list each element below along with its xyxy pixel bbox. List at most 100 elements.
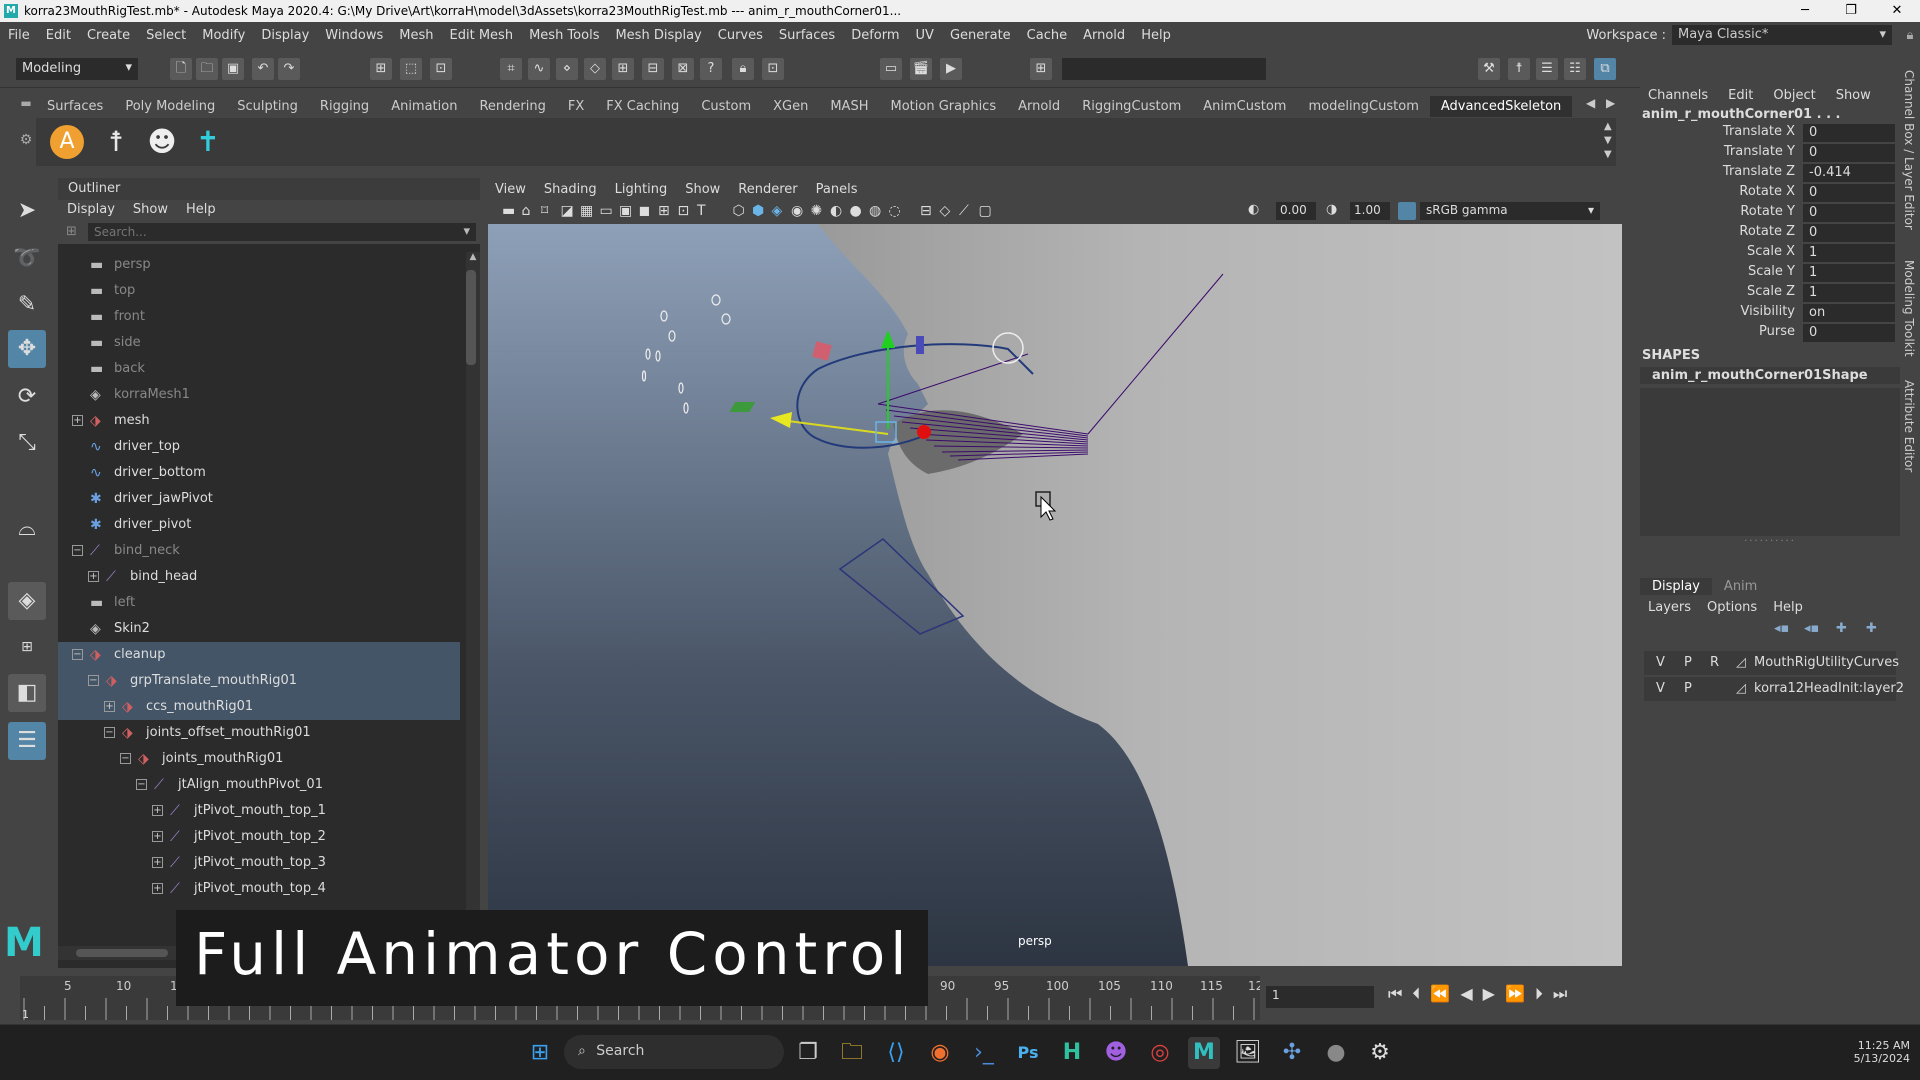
steam-icon[interactable]: ⚙: [1364, 1037, 1396, 1069]
shelf-tab-modelingcustom[interactable]: modelingCustom: [1297, 99, 1429, 114]
layer-row[interactable]: V P R ◿ MouthRigUtilityCurves: [1644, 651, 1899, 675]
layer-color-icon[interactable]: ◿: [1736, 677, 1746, 701]
modeling-toolkit-icon[interactable]: ⚒: [1478, 58, 1500, 80]
shelf-tab-sculpting[interactable]: Sculpting: [226, 99, 309, 114]
xray-joints-icon[interactable]: ⟋: [959, 203, 969, 219]
shelf-scroll-arrows[interactable]: ▲ ▼ ▼: [1604, 120, 1612, 162]
exposure-icon[interactable]: ◐: [1248, 202, 1259, 217]
step-forward-frame-icon[interactable]: ⏩: [1505, 984, 1525, 1004]
expand-icon[interactable]: +: [152, 805, 163, 816]
shelf-tab-mash[interactable]: MASH: [819, 99, 879, 114]
grid-icon[interactable]: ▦: [580, 203, 593, 219]
channel-value[interactable]: 0: [1803, 184, 1895, 202]
smooth-shade-icon[interactable]: ⬢: [752, 203, 764, 219]
menu-create[interactable]: Create: [79, 28, 138, 43]
outliner-item[interactable]: ✱ driver_pivot: [58, 512, 460, 538]
bookmark-icon[interactable]: ⌑: [541, 203, 548, 219]
shelf-tab-riggingcustom[interactable]: RiggingCustom: [1071, 99, 1192, 114]
shelf-tab-surfaces[interactable]: Surfaces: [36, 99, 114, 114]
menu-display[interactable]: Display: [253, 28, 317, 43]
aa-icon[interactable]: ◌: [889, 203, 901, 219]
channel-row[interactable]: Translate Z -0.414: [1640, 164, 1900, 184]
outliner-item[interactable]: + ⬗ ccs_mouthRig01: [58, 694, 460, 720]
obs-icon[interactable]: ●: [1320, 1037, 1352, 1069]
discord-icon[interactable]: ☻: [1100, 1037, 1132, 1069]
channel-value[interactable]: 0: [1803, 144, 1895, 162]
channel-row[interactable]: Scale Z 1: [1640, 284, 1900, 304]
channel-value[interactable]: 1: [1803, 284, 1895, 302]
channelbox-menu-object[interactable]: Object: [1765, 88, 1827, 103]
save-scene-icon[interactable]: ▣: [222, 58, 244, 80]
channel-value[interactable]: 1: [1803, 264, 1895, 282]
viewport-menu-panels[interactable]: Panels: [807, 182, 867, 197]
outliner-item[interactable]: ∿ driver_bottom: [58, 460, 460, 486]
snap-point-icon[interactable]: ⋄: [556, 58, 578, 80]
shelf-tab-rendering[interactable]: Rendering: [468, 99, 556, 114]
outliner-item[interactable]: − ⬗ joints_offset_mouthRig01: [58, 720, 460, 746]
menu-help[interactable]: Help: [1133, 28, 1179, 43]
help-icon[interactable]: ?: [700, 58, 722, 80]
gamma-field[interactable]: 1.00: [1350, 202, 1390, 220]
menu-edit[interactable]: Edit: [38, 28, 79, 43]
motion-blur-icon[interactable]: ◍: [869, 203, 881, 219]
shelf-scroll-left-icon[interactable]: ◀: [1586, 96, 1595, 110]
four-view-layout-icon[interactable]: ⊞: [8, 628, 46, 666]
chevron-down-icon[interactable]: ▾: [463, 224, 470, 239]
humanik-icon[interactable]: ☨: [1508, 58, 1530, 80]
expand-icon[interactable]: +: [104, 701, 115, 712]
go-to-end-icon[interactable]: ⏭: [1553, 984, 1567, 1004]
menu-file[interactable]: File: [0, 28, 38, 43]
colorspace-select[interactable]: sRGB gamma ▾: [1420, 202, 1600, 220]
davinci-icon[interactable]: ✣: [1276, 1037, 1308, 1069]
shelf-tab-motion-graphics[interactable]: Motion Graphics: [879, 99, 1007, 114]
menu-windows[interactable]: Windows: [317, 28, 391, 43]
select-component-icon[interactable]: ⊡: [430, 58, 452, 80]
layer-visibility-toggle[interactable]: V: [1656, 677, 1665, 701]
layer-name[interactable]: korra12HeadInit:layer2: [1754, 677, 1904, 701]
select-hierarchy-icon[interactable]: ⊞: [370, 58, 392, 80]
last-tool-icon[interactable]: ⌓: [8, 510, 46, 548]
outliner-item[interactable]: + ⟋ bind_head: [58, 564, 460, 590]
select-object-icon[interactable]: ⬚: [400, 58, 422, 80]
channel-row[interactable]: Translate Y 0: [1640, 144, 1900, 164]
create-layer-icon[interactable]: ✚: [1836, 621, 1847, 636]
close-button[interactable]: ✕: [1874, 0, 1920, 22]
face-icon[interactable]: ☻: [142, 122, 182, 162]
channel-row[interactable]: Visibility on: [1640, 304, 1900, 324]
chrome-icon[interactable]: ◎: [1144, 1037, 1176, 1069]
viewport-menu-shading[interactable]: Shading: [535, 182, 606, 197]
menu-mesh-tools[interactable]: Mesh Tools: [521, 28, 607, 43]
outliner-scroll-thumb[interactable]: [466, 270, 476, 365]
move-tool-icon[interactable]: ✥: [8, 330, 46, 368]
shelf-tab-custom[interactable]: Custom: [690, 99, 762, 114]
image-plane-icon[interactable]: ◪: [561, 203, 574, 219]
collapse-icon[interactable]: −: [120, 753, 131, 764]
channel-row[interactable]: Translate X 0: [1640, 124, 1900, 144]
minimize-button[interactable]: ─: [1782, 0, 1828, 22]
layer-tab-display[interactable]: Display: [1640, 577, 1712, 595]
shelf-tab-arnold[interactable]: Arnold: [1007, 99, 1071, 114]
layer-row[interactable]: V P ◿ korra12HeadInit:layer2: [1644, 677, 1904, 701]
layer-name[interactable]: MouthRigUtilityCurves: [1754, 651, 1899, 675]
splitter-handle[interactable]: ··········: [1640, 536, 1900, 547]
snap-view-plane-icon[interactable]: ◇: [584, 58, 606, 80]
layer-menu-help[interactable]: Help: [1765, 600, 1811, 615]
menu-generate[interactable]: Generate: [942, 28, 1019, 43]
shadows-icon[interactable]: ◐: [830, 203, 842, 219]
isolate-icon[interactable]: ⊟: [920, 203, 932, 219]
safe-title-icon[interactable]: T: [697, 203, 706, 219]
layer-menu-options[interactable]: Options: [1699, 600, 1765, 615]
shelf-scroll-right-icon[interactable]: ▶: [1606, 96, 1615, 110]
outliner-item[interactable]: − ⟋ jtAlign_mouthPivot_01: [58, 772, 460, 798]
firefox-icon[interactable]: ◉: [924, 1037, 956, 1069]
step-forward-key-icon[interactable]: ⏵: [1535, 984, 1543, 1004]
camera-select-icon[interactable]: ▬: [502, 203, 515, 219]
channel-row[interactable]: Rotate X 0: [1640, 184, 1900, 204]
shelf-tab-animation[interactable]: Animation: [380, 99, 468, 114]
layer-visibility-toggle[interactable]: V: [1656, 651, 1665, 675]
menu-surfaces[interactable]: Surfaces: [771, 28, 843, 43]
persp-outliner-layout-icon[interactable]: ◧: [8, 674, 46, 712]
snap-together-icon[interactable]: ⊟: [642, 58, 664, 80]
expand-icon[interactable]: +: [72, 415, 83, 426]
snap-grid-icon[interactable]: ⌗: [500, 58, 522, 80]
